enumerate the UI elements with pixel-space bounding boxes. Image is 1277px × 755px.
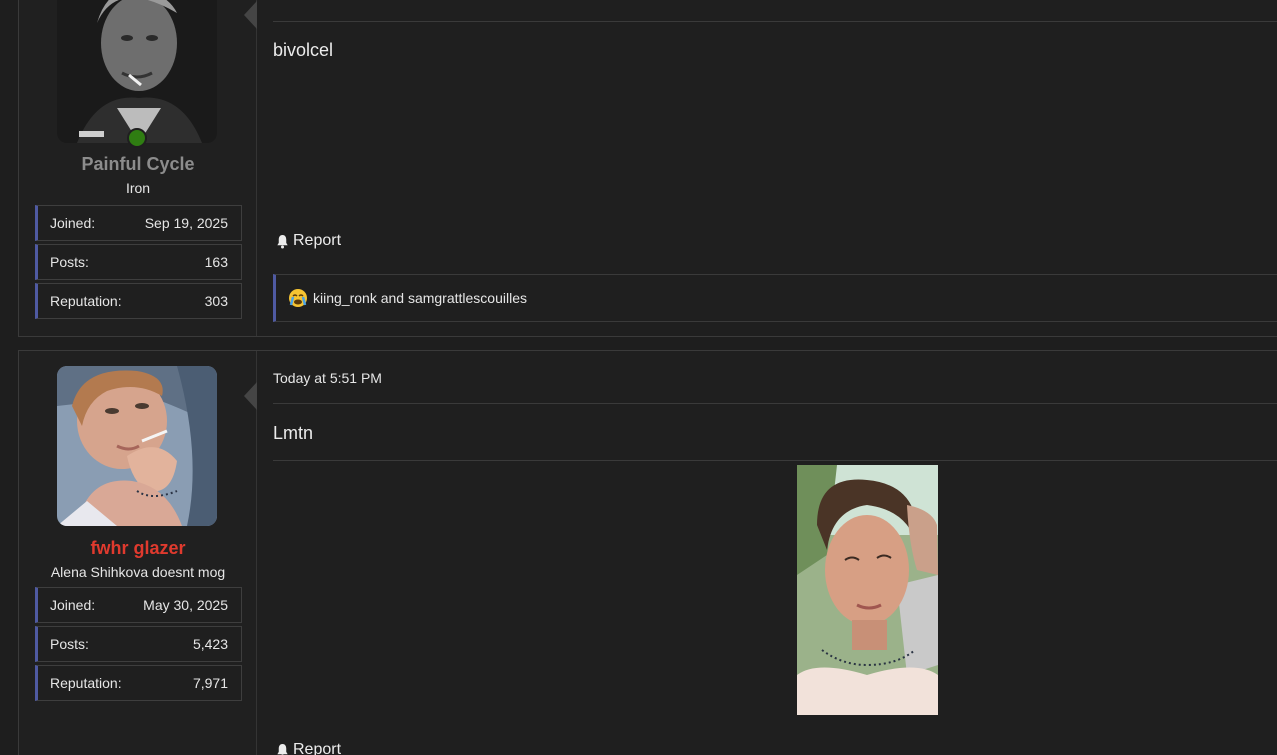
user-cell: fwhr glazer Alena Shihkova doesnt mog Jo… bbox=[19, 351, 257, 755]
stat-value: 7,971 bbox=[192, 675, 228, 691]
report-label: Report bbox=[293, 232, 342, 249]
stat-value: Sep 19, 2025 bbox=[144, 215, 228, 231]
stat-label: Joined: bbox=[50, 597, 96, 613]
crying-face-emoji-icon bbox=[289, 289, 307, 307]
stat-reputation: Reputation: 303 bbox=[35, 283, 242, 319]
stat-posts: Posts: 5,423 bbox=[35, 626, 242, 662]
stat-label: Reputation: bbox=[50, 293, 122, 309]
photo-woman-selfie-icon bbox=[797, 465, 938, 715]
report-button[interactable]: Report bbox=[275, 741, 341, 755]
user-cell: Painful Cycle Iron Joined: Sep 19, 2025 … bbox=[19, 0, 257, 336]
avatar[interactable] bbox=[57, 0, 217, 143]
message-content: Today at 5:51 PM Lmtn Report bbox=[273, 351, 1277, 755]
stat-joined: Joined: May 30, 2025 bbox=[35, 587, 242, 623]
post-date[interactable]: Today at 5:51 PM bbox=[273, 370, 382, 386]
divider bbox=[273, 21, 1277, 22]
post-1: Painful Cycle Iron Joined: Sep 19, 2025 … bbox=[18, 0, 1277, 337]
divider bbox=[273, 403, 1277, 404]
reactions-bar[interactable]: kiing_ronk and samgrattlescouilles bbox=[273, 274, 1277, 322]
avatar-photo-man-smoking-icon bbox=[57, 0, 217, 143]
message-content: bivolcel Report kiing_ronk and samgrattl… bbox=[273, 0, 1277, 336]
report-label: Report bbox=[293, 741, 342, 755]
bell-icon bbox=[277, 234, 288, 248]
stat-label: Joined: bbox=[50, 215, 96, 231]
stat-label: Posts: bbox=[50, 636, 89, 652]
stat-label: Posts: bbox=[50, 254, 89, 270]
message-body: Lmtn bbox=[273, 423, 314, 443]
divider bbox=[273, 460, 1277, 461]
post-2: fwhr glazer Alena Shihkova doesnt mog Jo… bbox=[18, 350, 1277, 755]
stat-value: 5,423 bbox=[192, 636, 228, 652]
stat-value: 163 bbox=[204, 254, 228, 270]
attached-image[interactable] bbox=[797, 465, 938, 715]
username[interactable]: Painful Cycle bbox=[19, 154, 257, 175]
stat-value: 303 bbox=[204, 293, 228, 309]
user-title: Iron bbox=[125, 180, 151, 196]
user-title: Alena Shihkova doesnt mog bbox=[50, 564, 226, 580]
report-button[interactable]: Report bbox=[275, 232, 341, 250]
stat-label: Reputation: bbox=[50, 675, 122, 691]
stat-joined: Joined: Sep 19, 2025 bbox=[35, 205, 242, 241]
stat-value: May 30, 2025 bbox=[143, 597, 228, 613]
message-body: bivolcel bbox=[273, 40, 334, 60]
avatar-photo-woman-smoking-icon bbox=[57, 366, 217, 526]
bell-icon bbox=[277, 743, 288, 755]
username[interactable]: fwhr glazer bbox=[19, 538, 257, 559]
stat-reputation: Reputation: 7,971 bbox=[35, 665, 242, 701]
stat-posts: Posts: 163 bbox=[35, 244, 242, 280]
online-status-icon bbox=[127, 128, 147, 148]
reactions-text[interactable]: kiing_ronk and samgrattlescouilles bbox=[313, 290, 527, 306]
avatar[interactable] bbox=[57, 366, 217, 526]
message-arrow bbox=[244, 382, 257, 410]
message-arrow bbox=[244, 1, 257, 29]
